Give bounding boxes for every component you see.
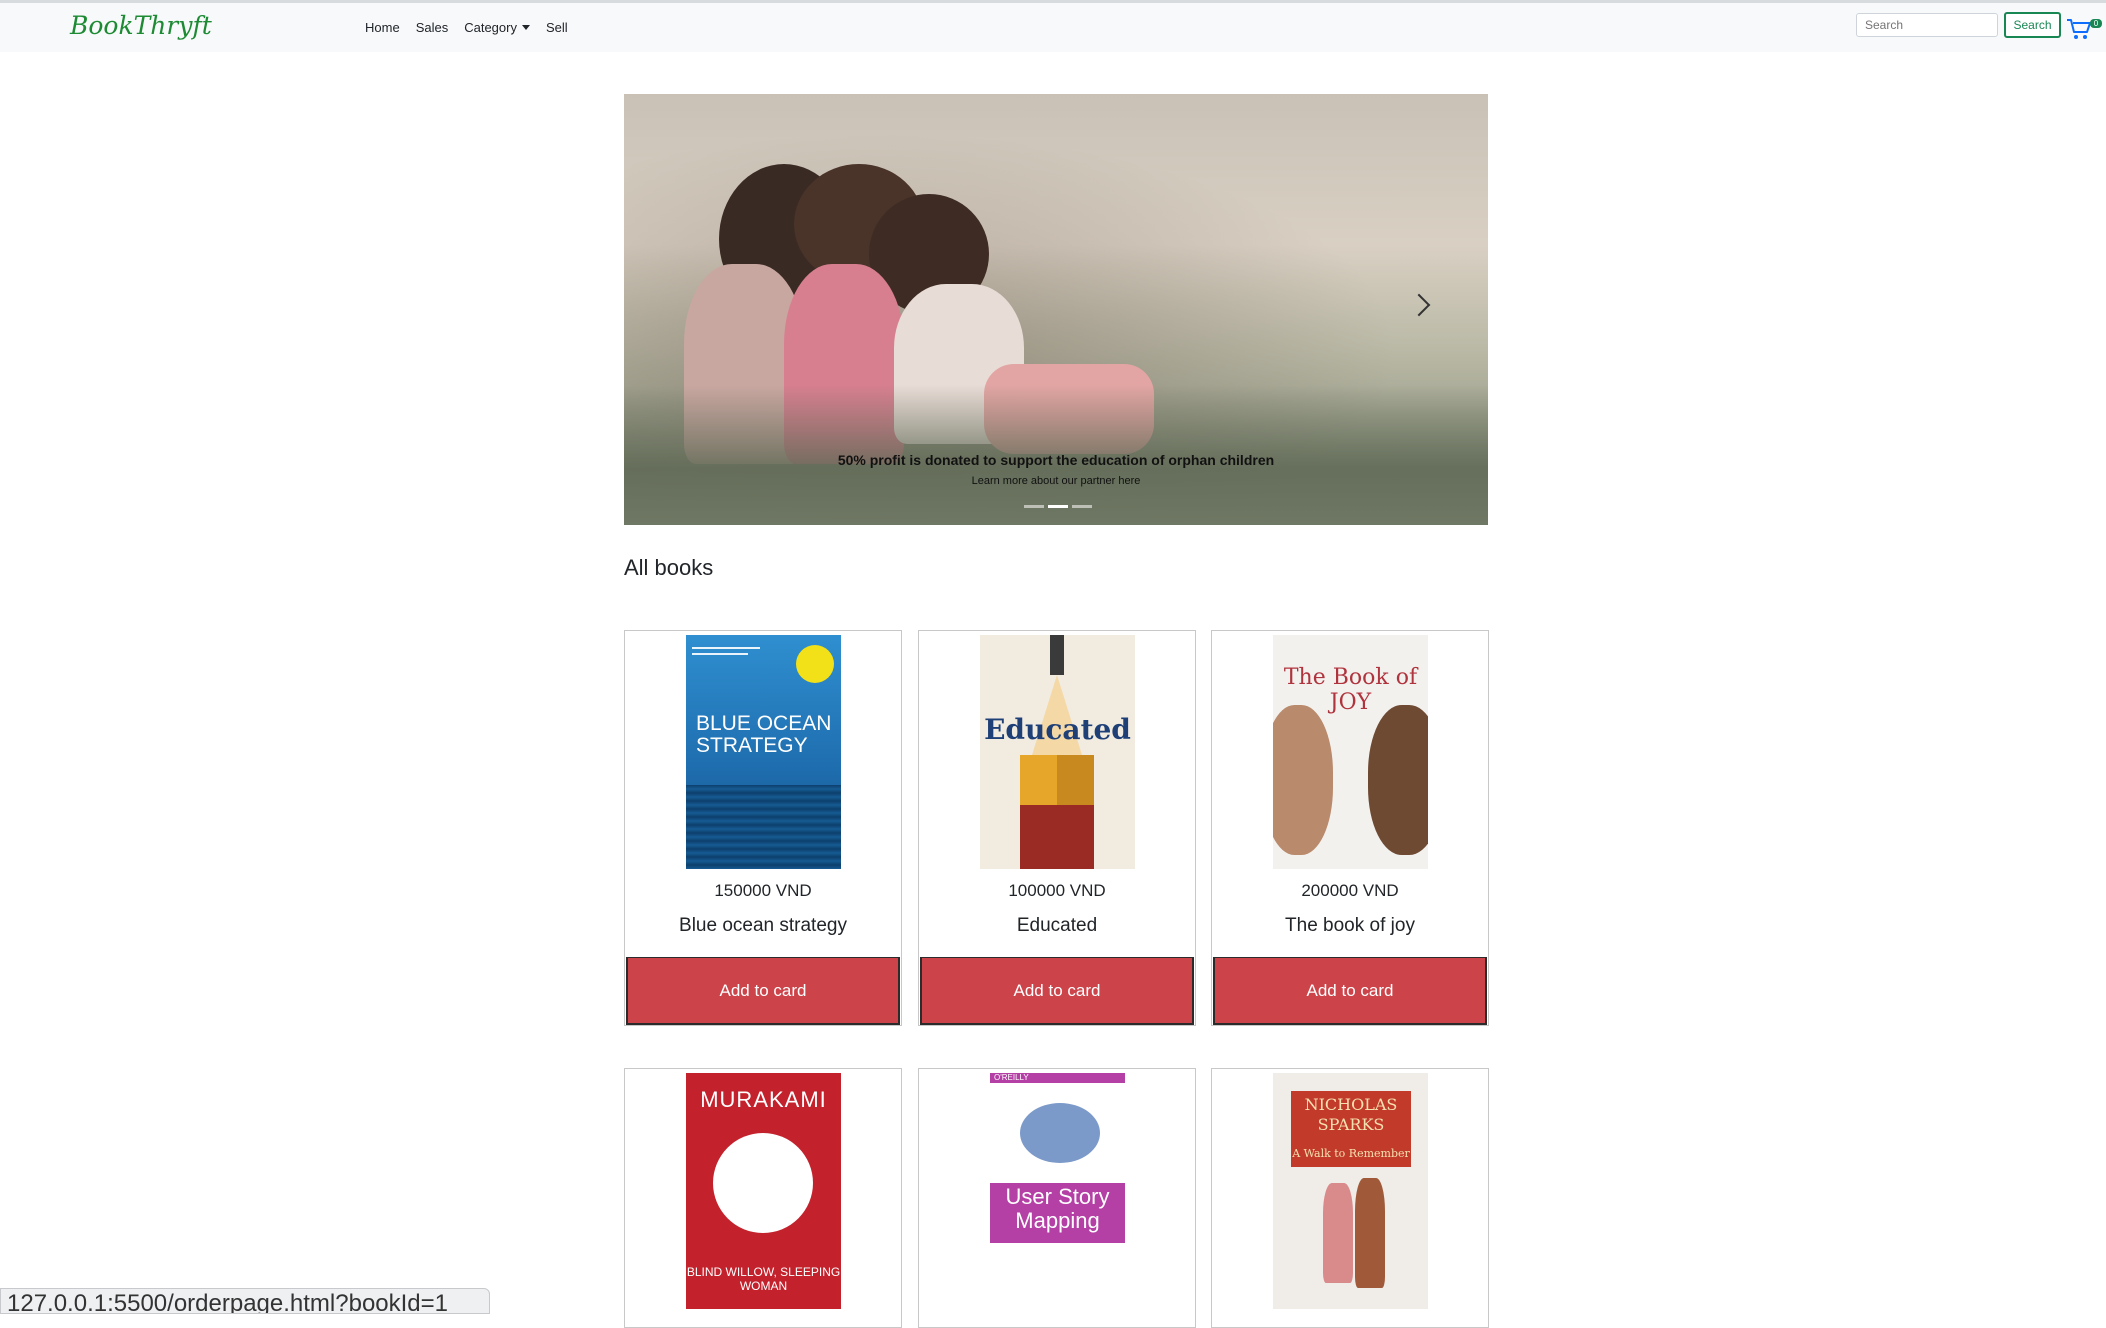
book-cover[interactable]: NICHOLAS SPARKS A Walk to Remember	[1273, 1073, 1428, 1309]
status-bar-url: 127.0.0.1:5500/orderpage.html?bookId=1	[0, 1288, 490, 1314]
cover-title: NICHOLAS SPARKS	[1304, 1095, 1398, 1134]
book-card: MURAKAMI BLIND WILLOW, SLEEPING WOMAN	[624, 1068, 902, 1328]
book-card: NICHOLAS SPARKS A Walk to Remember	[1211, 1068, 1489, 1328]
nav-sell[interactable]: Sell	[546, 20, 568, 35]
cart-count-badge: 0	[2090, 19, 2102, 28]
add-to-cart-button[interactable]: Add to card	[920, 957, 1194, 1025]
cover-title: BLUE OCEAN STRATEGY	[696, 712, 832, 757]
search-input[interactable]	[1856, 13, 1998, 37]
cover-title: MURAKAMI	[700, 1087, 827, 1112]
cover-subtitle: BLIND WILLOW, SLEEPING WOMAN	[686, 1265, 841, 1293]
carousel-indicator[interactable]	[1024, 505, 1044, 508]
hero-carousel: 50% profit is donated to support the edu…	[624, 94, 1488, 525]
carousel-caption-link[interactable]: Learn more about our partner here	[624, 475, 1488, 487]
book-title: Blue ocean strategy	[679, 915, 847, 936]
nav-category-label: Category	[464, 20, 517, 35]
book-card: O'REILLY User Story Mapping	[918, 1068, 1196, 1328]
cover-title: User Story Mapping	[1005, 1184, 1110, 1233]
carousel-caption-title: 50% profit is donated to support the edu…	[837, 452, 1275, 468]
book-cover[interactable]: Educated	[980, 635, 1135, 869]
book-title: Educated	[1016, 915, 1098, 936]
book-cover[interactable]: O'REILLY User Story Mapping	[980, 1073, 1135, 1309]
add-to-cart-button[interactable]: Add to card	[626, 957, 900, 1025]
book-price: 200000 VND	[1301, 881, 1399, 900]
book-card: BLUE OCEAN STRATEGY 150000 VND Blue ocea…	[624, 630, 902, 1026]
cover-publisher: O'REILLY	[994, 1073, 1029, 1082]
book-cover[interactable]: MURAKAMI BLIND WILLOW, SLEEPING WOMAN	[686, 1073, 841, 1309]
add-to-cart-button[interactable]: Add to card	[1213, 957, 1487, 1025]
nav-category-dropdown[interactable]: Category	[464, 20, 530, 35]
book-card: The Book of JOY 200000 VND The book of j…	[1211, 630, 1489, 1026]
nav-links: Home Sales Category Sell	[365, 20, 568, 35]
section-heading: All books	[624, 555, 714, 580]
carousel-indicator-active[interactable]	[1048, 505, 1068, 508]
nav-sales[interactable]: Sales	[416, 20, 449, 35]
chevron-down-icon	[521, 25, 530, 30]
book-cover[interactable]: The Book of JOY	[1273, 635, 1428, 869]
navbar: BookThryft Home Sales Category Sell Sear…	[0, 3, 2106, 52]
carousel-indicators	[1024, 505, 1092, 508]
book-price: 100000 VND	[1008, 881, 1106, 900]
book-price: 150000 VND	[714, 881, 812, 900]
book-card: Educated 100000 VND Educated Add to card	[918, 630, 1196, 1026]
search-button[interactable]: Search	[2004, 12, 2061, 38]
brand-logo[interactable]: BookThryft	[70, 11, 212, 40]
book-title: The book of joy	[1285, 915, 1415, 936]
cover-subtitle: A Walk to Remember	[1292, 1147, 1410, 1160]
cart-icon[interactable]	[2066, 17, 2092, 41]
book-cover[interactable]: BLUE OCEAN STRATEGY	[686, 635, 841, 869]
nav-home[interactable]: Home	[365, 20, 400, 35]
cover-title: Educated	[984, 713, 1131, 746]
carousel-indicator[interactable]	[1072, 505, 1092, 508]
